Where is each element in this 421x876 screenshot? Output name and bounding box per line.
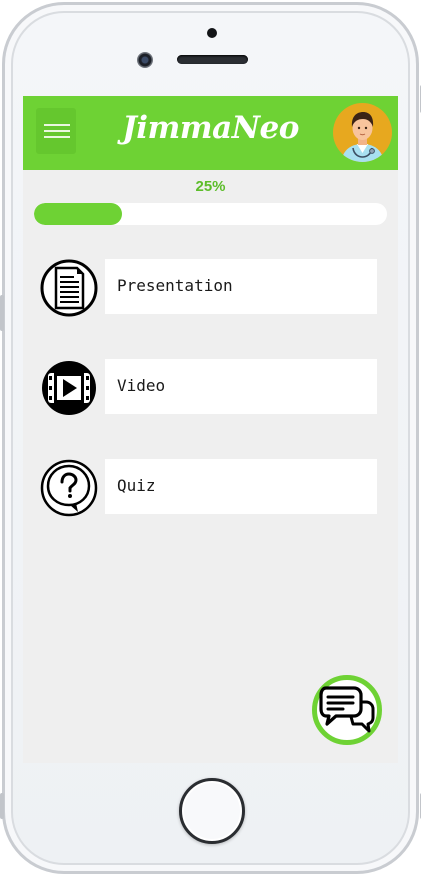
app-screen: JimmaNeo 25% Presentation Video Quiz <box>23 96 398 763</box>
menu-item-presentation[interactable]: Presentation <box>40 259 377 317</box>
earpiece-speaker <box>177 55 248 64</box>
menu-item-card[interactable]: Presentation <box>105 259 377 314</box>
document-icon[interactable] <box>40 259 98 317</box>
menu-item-label: Presentation <box>117 276 233 295</box>
volume-down-button <box>0 793 4 819</box>
menu-item-card[interactable]: Video <box>105 359 377 414</box>
menu-item-label: Quiz <box>117 476 156 495</box>
front-camera <box>137 52 153 68</box>
menu-item-label: Video <box>117 376 166 395</box>
menu-item-video[interactable]: Video <box>40 359 377 415</box>
menu-item-card[interactable]: Quiz <box>105 459 377 514</box>
menu-item-quiz[interactable]: Quiz <box>40 459 377 517</box>
video-play-icon[interactable] <box>40 359 98 417</box>
progress-label: 25% <box>195 178 226 195</box>
volume-up-button <box>0 295 4 331</box>
app-header: JimmaNeo <box>23 96 398 170</box>
home-button[interactable] <box>179 778 245 844</box>
doctor-avatar-icon[interactable] <box>333 103 392 162</box>
question-icon[interactable] <box>40 459 98 517</box>
progress-bar-fill <box>34 203 123 225</box>
chat-bubbles-icon[interactable] <box>312 675 382 745</box>
progress-bar <box>34 203 387 225</box>
proximity-sensor <box>207 28 217 38</box>
